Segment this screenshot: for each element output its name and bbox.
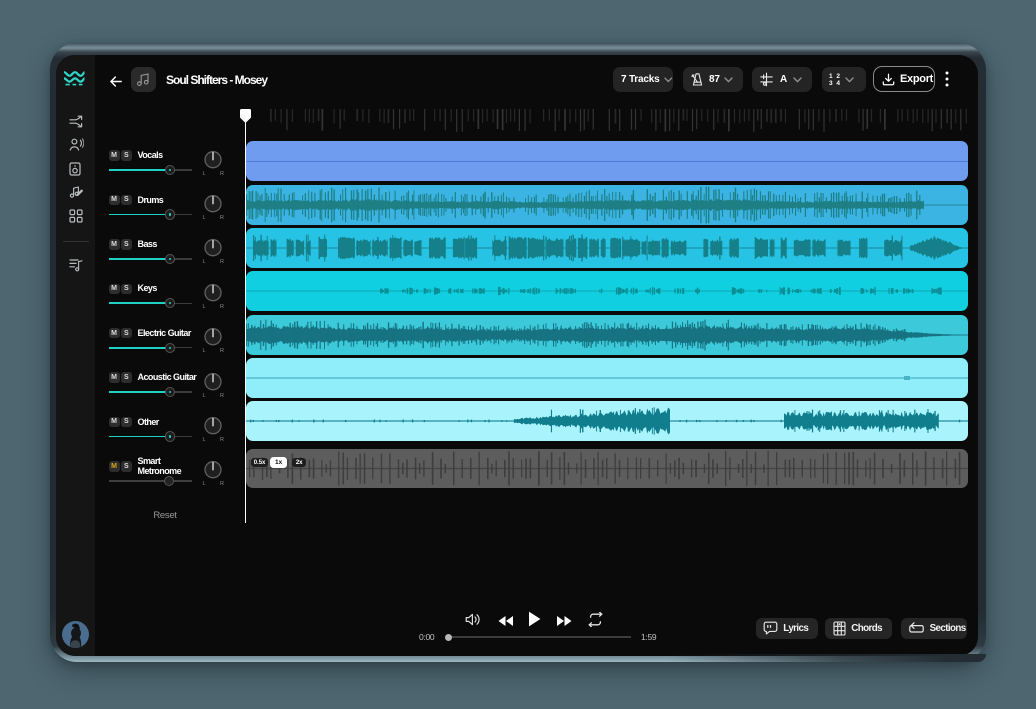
svg-text:L: L: [203, 304, 206, 309]
svg-text:L: L: [203, 393, 206, 398]
svg-text:L: L: [203, 348, 206, 353]
svg-text:L: L: [203, 215, 206, 220]
svg-text:L: L: [203, 437, 206, 442]
svg-text:R: R: [220, 437, 224, 442]
svg-text:R: R: [220, 304, 224, 309]
svg-text:R: R: [220, 259, 224, 264]
svg-text:R: R: [220, 171, 224, 176]
svg-text:R: R: [220, 215, 224, 220]
svg-text:L: L: [203, 259, 206, 264]
svg-text:R: R: [220, 481, 224, 486]
svg-text:L: L: [203, 171, 206, 176]
svg-text:R: R: [220, 348, 224, 353]
svg-text:R: R: [220, 393, 224, 398]
svg-text:L: L: [203, 481, 206, 486]
